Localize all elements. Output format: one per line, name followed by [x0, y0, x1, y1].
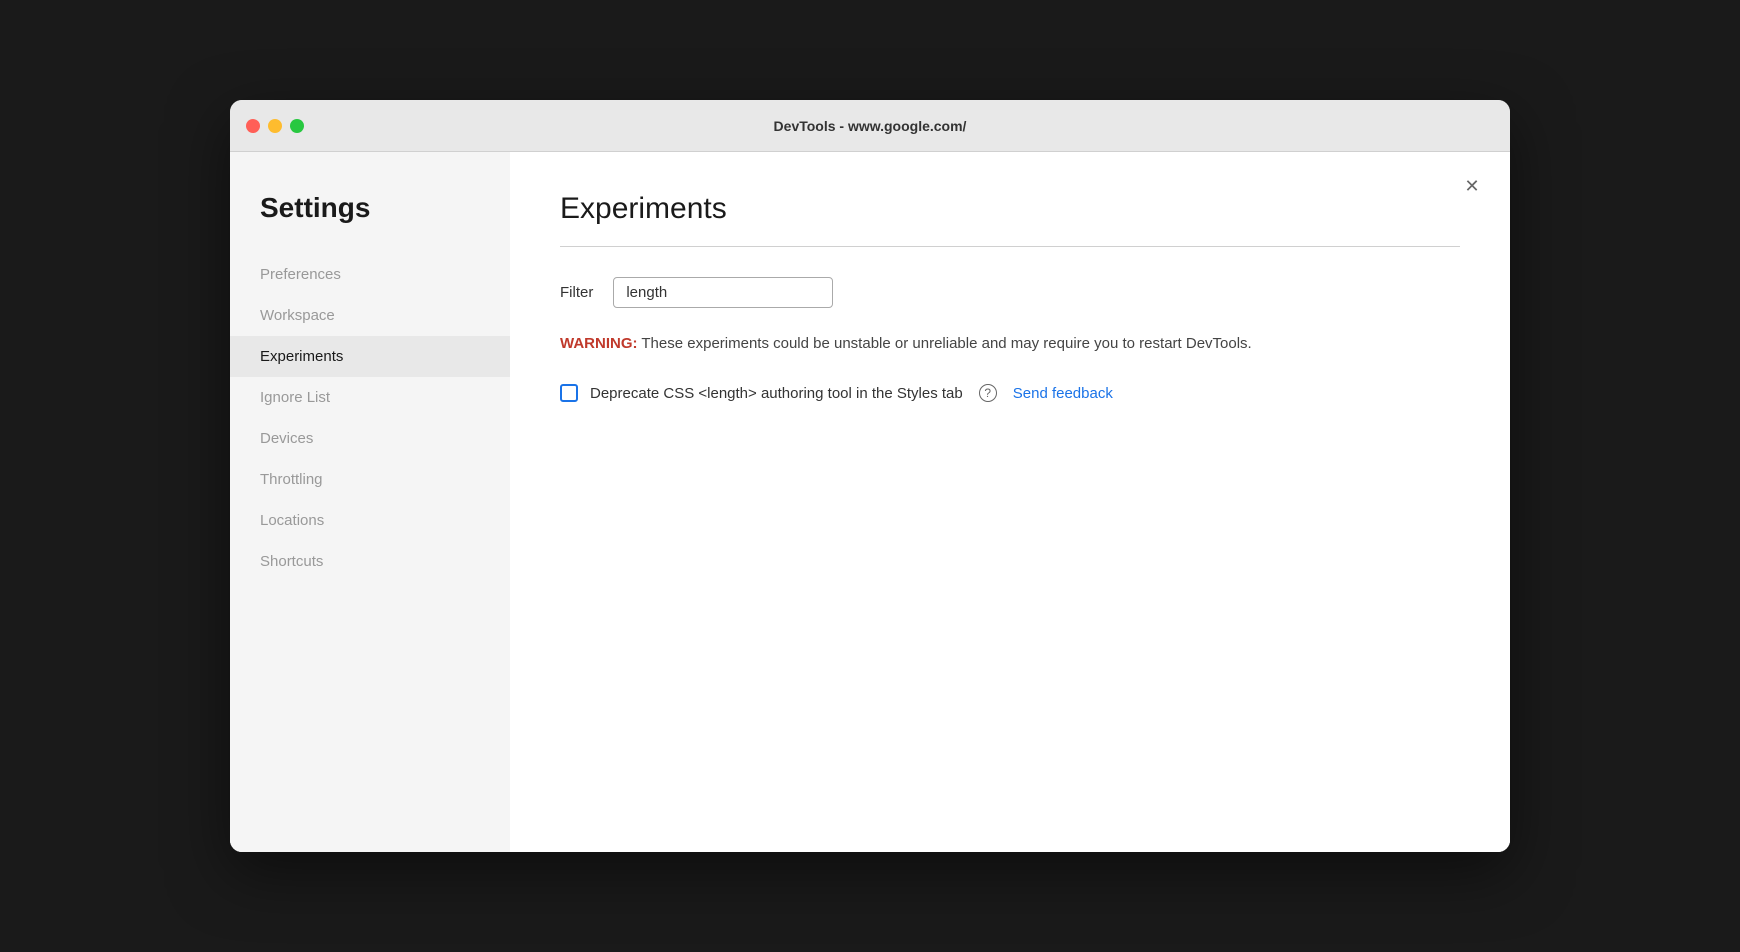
sidebar-item-devices[interactable]: Devices	[230, 418, 510, 459]
sidebar-nav: Preferences Workspace Experiments Ignore…	[230, 254, 510, 582]
filter-label: Filter	[560, 284, 593, 301]
close-button[interactable]: ✕	[1458, 172, 1486, 200]
experiment-label: Deprecate CSS <length> authoring tool in…	[590, 385, 963, 402]
window-title: DevTools - www.google.com/	[774, 118, 967, 134]
devtools-window: DevTools - www.google.com/ Settings Pref…	[230, 100, 1510, 852]
section-divider	[560, 246, 1460, 247]
warning-label: WARNING:	[560, 335, 638, 352]
warning-text: WARNING: These experiments could be unst…	[560, 332, 1460, 356]
experiment-row: Deprecate CSS <length> authoring tool in…	[560, 384, 1460, 402]
sidebar: Settings Preferences Workspace Experimen…	[230, 152, 510, 852]
warning-body: These experiments could be unstable or u…	[638, 335, 1252, 352]
sidebar-item-workspace[interactable]: Workspace	[230, 295, 510, 336]
help-icon[interactable]: ?	[979, 384, 997, 402]
sidebar-item-experiments[interactable]: Experiments	[230, 336, 510, 377]
filter-input[interactable]	[613, 277, 833, 308]
sidebar-item-locations[interactable]: Locations	[230, 500, 510, 541]
page-title: Experiments	[560, 192, 1460, 226]
sidebar-item-ignore-list[interactable]: Ignore List	[230, 377, 510, 418]
sidebar-item-shortcuts[interactable]: Shortcuts	[230, 541, 510, 582]
sidebar-heading: Settings	[230, 192, 510, 254]
minimize-traffic-light[interactable]	[268, 119, 282, 133]
main-content: ✕ Experiments Filter WARNING: These expe…	[510, 152, 1510, 852]
sidebar-item-throttling[interactable]: Throttling	[230, 459, 510, 500]
experiment-checkbox[interactable]	[560, 384, 578, 402]
sidebar-item-preferences[interactable]: Preferences	[230, 254, 510, 295]
filter-row: Filter	[560, 277, 1460, 308]
close-traffic-light[interactable]	[246, 119, 260, 133]
titlebar: DevTools - www.google.com/	[230, 100, 1510, 152]
traffic-lights	[246, 119, 304, 133]
window-body: Settings Preferences Workspace Experimen…	[230, 152, 1510, 852]
send-feedback-link[interactable]: Send feedback	[1013, 385, 1113, 402]
maximize-traffic-light[interactable]	[290, 119, 304, 133]
